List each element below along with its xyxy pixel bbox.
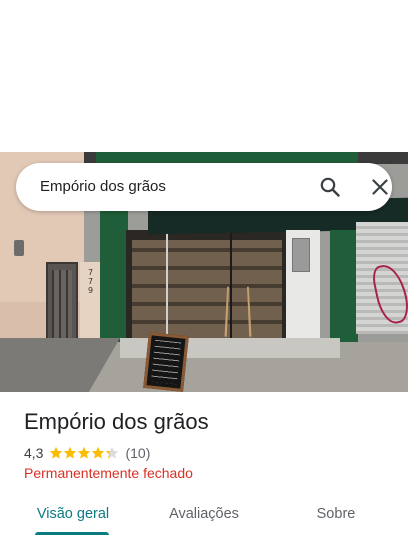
star-icon — [64, 446, 77, 459]
rating-row[interactable]: 4,3 (10) — [24, 444, 150, 462]
tab-about[interactable]: Sobre — [300, 492, 372, 536]
intercom-panel — [292, 238, 310, 272]
close-icon[interactable] — [368, 175, 392, 199]
place-tabs: Visão geral Avaliações Sobre — [0, 492, 408, 544]
search-query[interactable]: Empório dos grãos — [40, 178, 166, 195]
active-tab-indicator — [35, 532, 109, 535]
chalkboard-sign — [143, 332, 189, 392]
closed-status: Permanentemente fechado — [24, 465, 193, 481]
place-title: Empório dos grãos — [24, 409, 209, 434]
tab-overview[interactable]: Visão geral — [26, 492, 120, 536]
address-number: 779 — [88, 268, 94, 295]
star-icon — [50, 446, 63, 459]
search-icon[interactable] — [318, 175, 342, 199]
rating-stars — [49, 446, 119, 460]
tab-reviews[interactable]: Avaliações — [152, 492, 256, 536]
star-icon — [106, 446, 119, 459]
star-icon — [78, 446, 91, 459]
map-area-blank — [0, 0, 408, 152]
rating-value: 4,3 — [24, 445, 44, 461]
review-count[interactable]: (10) — [125, 445, 150, 461]
star-icon — [92, 446, 105, 459]
easel — [224, 286, 252, 337]
search-bar[interactable]: Empório dos grãos — [16, 163, 392, 211]
